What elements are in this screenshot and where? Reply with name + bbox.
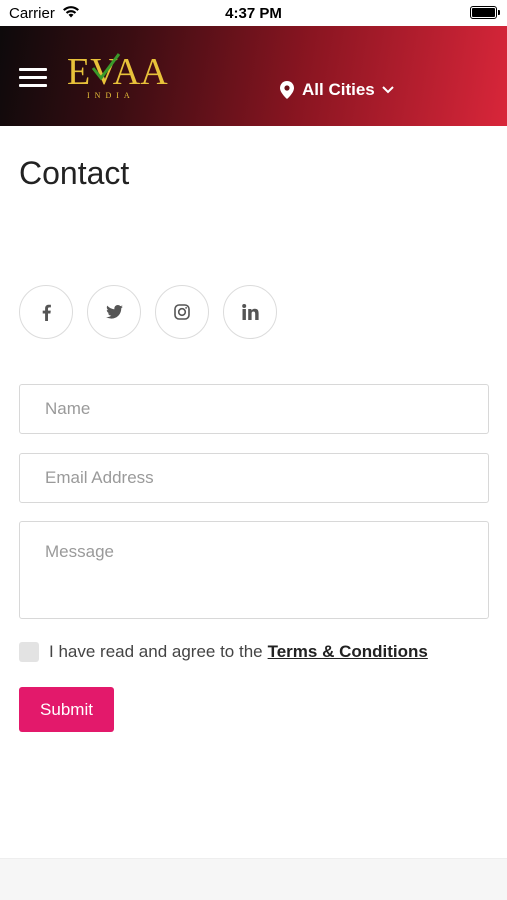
city-selector-label: All Cities	[302, 80, 375, 99]
instagram-icon	[174, 304, 190, 320]
logo-check-icon	[91, 53, 121, 81]
terms-agreement-text: I have read and agree to the	[49, 642, 263, 661]
status-bar: Carrier 4:37 PM	[0, 0, 507, 26]
footer-strip	[0, 858, 507, 900]
facebook-button[interactable]	[19, 285, 73, 339]
logo-subtext: INDIA	[87, 91, 135, 100]
instagram-button[interactable]	[155, 285, 209, 339]
social-links	[19, 285, 291, 339]
twitter-button[interactable]	[87, 285, 141, 339]
email-input[interactable]	[20, 454, 488, 502]
terms-checkbox[interactable]	[19, 642, 39, 662]
email-field-wrapper	[19, 453, 489, 503]
terms-conditions-link[interactable]: Terms & Conditions	[268, 642, 428, 662]
linkedin-icon	[241, 304, 259, 320]
facebook-icon	[42, 304, 51, 321]
submit-button[interactable]: Submit	[19, 687, 114, 732]
battery-icon	[470, 6, 500, 19]
app-header: EVAA INDIA All Cities	[0, 26, 507, 126]
location-pin-icon	[280, 81, 294, 99]
message-input[interactable]	[20, 522, 488, 618]
page-title: Contact	[19, 155, 130, 191]
evaa-logo[interactable]: EVAA INDIA	[67, 48, 168, 104]
message-field-wrapper	[19, 521, 489, 619]
clock: 4:37 PM	[225, 5, 282, 22]
twitter-icon	[105, 305, 123, 319]
city-selector[interactable]: All Cities	[280, 78, 394, 102]
linkedin-button[interactable]	[223, 285, 277, 339]
chevron-down-icon	[382, 86, 394, 94]
name-field-wrapper	[19, 384, 489, 434]
terms-agreement-row: I have read and agree to the Terms & Con…	[19, 641, 428, 663]
name-input[interactable]	[20, 385, 488, 433]
hamburger-menu-icon[interactable]	[19, 68, 47, 88]
